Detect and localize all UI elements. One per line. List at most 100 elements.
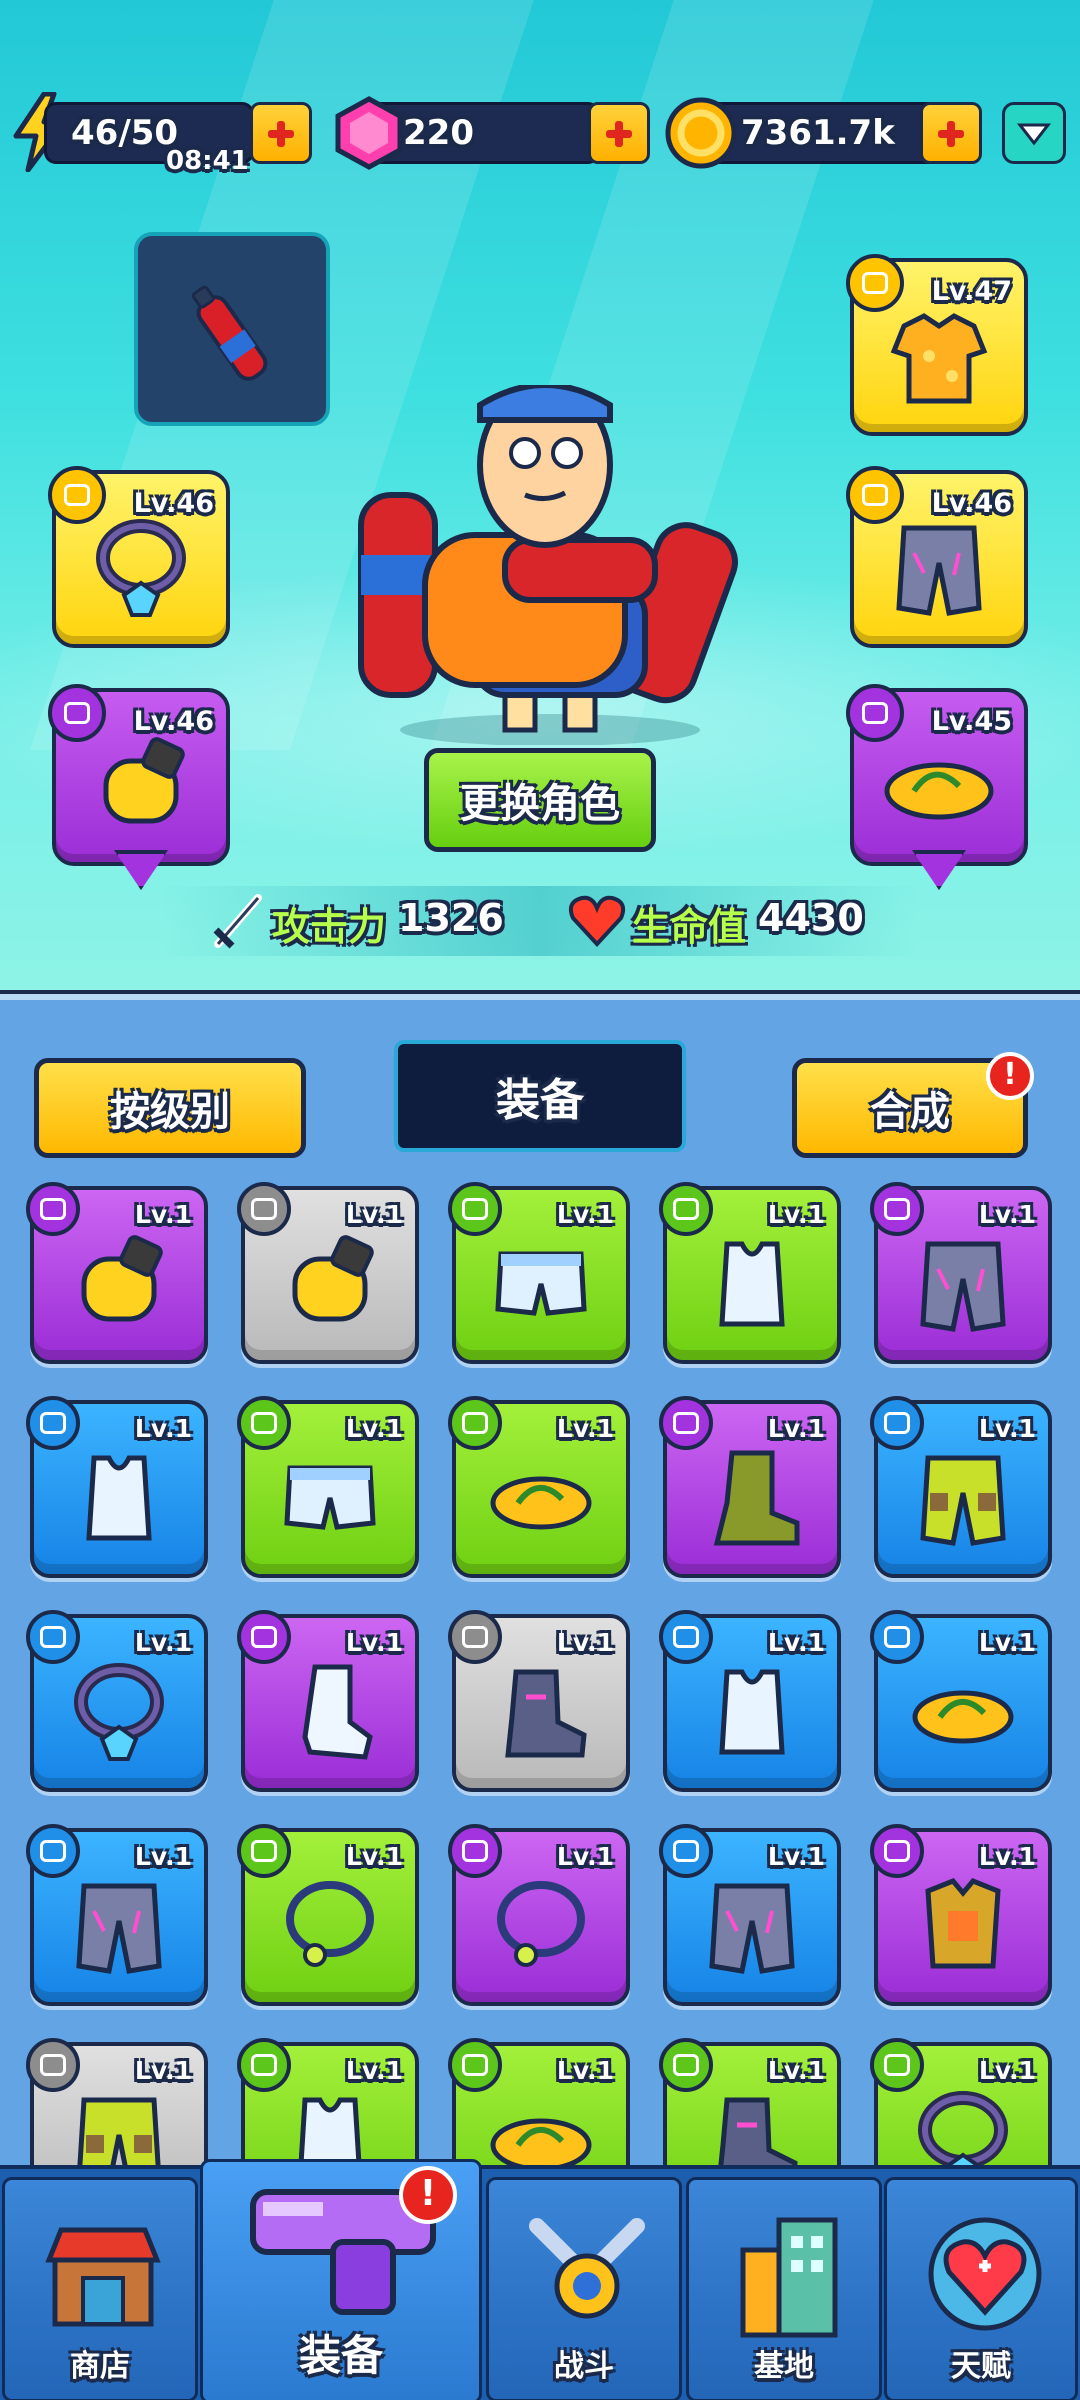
item-level: Lv.1 (767, 1414, 825, 1443)
armored-pants-icon (709, 1883, 795, 1974)
nav-battle[interactable]: 战斗 (486, 2177, 682, 2400)
change-character-button[interactable]: 更换角色 (424, 748, 656, 852)
panel-title-text: 装备 (496, 1075, 584, 1126)
item-level: Lv.1 (134, 1200, 192, 1229)
gloves-icon (81, 1234, 163, 1321)
bottom-nav: 商店 装备 ! 战斗 基地 天赋 (0, 2159, 1080, 2400)
nav-battle-label: 战斗 (554, 2349, 614, 2384)
chest-armor-icon (925, 1877, 1001, 1968)
armored-boots-icon (505, 1669, 587, 1757)
gem-icon (334, 96, 404, 174)
inventory-item-shorts[interactable]: Lv.1 (448, 1182, 630, 1364)
item-level: Lv.1 (767, 1200, 825, 1229)
stats-bar: 攻击力 1326 生命值 4430 (160, 886, 920, 956)
inventory-item-flip-flops[interactable]: Lv.1 (870, 1610, 1052, 1792)
inventory-item-tank-top[interactable]: Lv.1 (659, 1610, 841, 1792)
nav-shop[interactable]: 商店 (2, 2177, 198, 2400)
item-level: Lv.1 (556, 2056, 614, 2085)
slot-gloves[interactable]: Lv.46 (48, 684, 230, 890)
add-coins-button[interactable] (920, 102, 982, 164)
inventory-item-boots[interactable]: Lv.1 (659, 1396, 841, 1578)
add-gems-button[interactable] (588, 102, 650, 164)
attack-value: 1326 (398, 896, 504, 940)
inventory-item-ring-necklace[interactable]: Lv.1 (448, 1824, 630, 2006)
slot-shirt[interactable]: Lv.47 (846, 254, 1028, 436)
heart-icon (568, 895, 626, 947)
inventory-item-tank-top[interactable]: Lv.1 (659, 1182, 841, 1364)
item-level: Lv.1 (978, 1842, 1036, 1871)
inventory-item-flip-flops[interactable]: Lv.1 (448, 1396, 630, 1578)
change-character-label: 更换角色 (460, 781, 620, 827)
inventory-item-armored-pants[interactable]: Lv.1 (26, 1824, 208, 2006)
nav-talent-label: 天赋 (951, 2349, 1011, 2384)
slot-pants[interactable]: Lv.46 (846, 466, 1028, 648)
cargo-pants-icon (920, 1455, 1006, 1546)
inventory-item-gloves[interactable]: Lv.1 (26, 1182, 208, 1364)
slot-necklace[interactable]: Lv.46 (48, 466, 230, 648)
item-level: Lv.1 (978, 2056, 1036, 2085)
nav-equipment-label: 装备 (298, 2331, 383, 2380)
item-level: Lv.1 (345, 1628, 403, 1657)
nav-equipment[interactable]: 装备 ! (200, 2159, 482, 2400)
panel-title: 装备 (394, 1040, 686, 1152)
item-level: Lv.1 (767, 2056, 825, 2085)
nav-base[interactable]: 基地 (686, 2177, 882, 2400)
item-level: Lv.1 (345, 1200, 403, 1229)
item-level: Lv.1 (978, 1414, 1036, 1443)
building-icon (740, 2217, 838, 2338)
hero-character (355, 382, 745, 746)
item-level: Lv.1 (767, 1628, 825, 1657)
ring-necklace-icon (497, 1880, 585, 1967)
add-energy-button[interactable] (250, 102, 312, 164)
item-level: Lv.1 (978, 1200, 1036, 1229)
menu-button[interactable] (1002, 102, 1066, 164)
heart-shield-icon (928, 2217, 1042, 2331)
tank-top-icon (86, 1455, 152, 1540)
item-level: Lv.1 (134, 1414, 192, 1443)
stars-indicator (912, 850, 966, 890)
slot-shoes[interactable]: Lv.45 (846, 684, 1028, 890)
tank-top-icon (719, 1241, 785, 1326)
energy-value: 46/50 (71, 113, 179, 153)
flip-flops-icon (884, 762, 994, 819)
inventory-item-sock[interactable]: Lv.1 (237, 1610, 419, 1792)
ring-necklace-icon (286, 1880, 374, 1967)
inventory-item-armored-pants[interactable]: Lv.1 (659, 1824, 841, 2006)
hp-value: 4430 (758, 896, 864, 940)
weapon-slot[interactable] (134, 232, 330, 426)
armored-pants-icon (76, 1883, 162, 1974)
flip-flops-icon (912, 1690, 1014, 1743)
inventory-item-armored-boots[interactable]: Lv.1 (448, 1610, 630, 1792)
gloves-icon (292, 1234, 374, 1321)
gloves-icon (103, 736, 185, 823)
inventory-item-cargo-pants[interactable]: Lv.1 (870, 1396, 1052, 1578)
nav-talent[interactable]: 天赋 (884, 2177, 1078, 2400)
shorts-icon (284, 1465, 376, 1530)
inventory-item-chest-armor[interactable]: Lv.1 (870, 1824, 1052, 2006)
hero-area: 46/50 08:41 220 7361.7k Lv.46 Lv.46 Lv.4… (0, 0, 1080, 1000)
energy-timer: 08:41 (166, 146, 249, 176)
equipment-alert-badge: ! (399, 2166, 457, 2224)
gem-value: 220 (403, 113, 474, 153)
inventory-item-gloves[interactable]: Lv.1 (237, 1182, 419, 1364)
merge-alert-badge: ! (986, 1052, 1034, 1100)
item-level: Lv.1 (556, 1200, 614, 1229)
inventory-item-necklace[interactable]: Lv.1 (26, 1610, 208, 1792)
inventory-item-shorts[interactable]: Lv.1 (237, 1396, 419, 1578)
merge-label: 合成 (870, 1089, 950, 1135)
inventory-item-armored-pants[interactable]: Lv.1 (870, 1182, 1052, 1364)
item-level: Lv.1 (345, 1842, 403, 1871)
inventory-item-tank-top[interactable]: Lv.1 (26, 1396, 208, 1578)
cola-bottle-icon (191, 285, 268, 382)
item-level: Lv.1 (556, 1414, 614, 1443)
item-level: Lv.1 (134, 2056, 192, 2085)
sort-by-level-button[interactable]: 按级别 (34, 1058, 306, 1158)
nav-base-label: 基地 (754, 2349, 814, 2384)
hp-label: 生命值 (632, 905, 747, 949)
item-level: Lv.1 (345, 1414, 403, 1443)
inventory-item-ring-necklace[interactable]: Lv.1 (237, 1824, 419, 2006)
item-level: Lv.1 (345, 2056, 403, 2085)
necklace-icon (74, 1662, 164, 1761)
sock-icon (302, 1664, 373, 1760)
tank-top-icon (719, 1669, 785, 1754)
